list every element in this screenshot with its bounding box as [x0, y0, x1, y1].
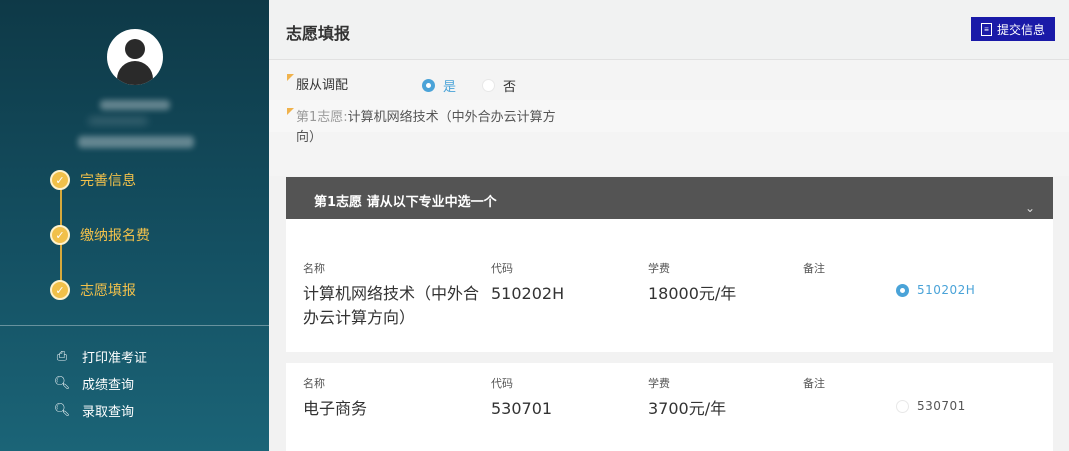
- first-choice-prefix: 第1志愿:: [296, 110, 348, 125]
- step-label: 完善信息: [80, 173, 136, 189]
- major-select-radio[interactable]: 510202H: [896, 283, 975, 297]
- first-choice-summary: 第1志愿:计算机网络技术（中外合办云计算方向）: [287, 108, 557, 148]
- submit-label: 提交信息: [996, 22, 1045, 37]
- obey-yes-option[interactable]: 是: [422, 76, 456, 95]
- option-label: 是: [443, 80, 457, 95]
- radio-selected-icon[interactable]: [896, 283, 909, 297]
- menu-item-admission-query[interactable]: 🔍︎ 录取查询: [54, 397, 147, 424]
- radio-selected-icon[interactable]: [422, 79, 435, 92]
- step-pay-fee[interactable]: ✓ 缴纳报名费: [50, 225, 150, 245]
- submit-info-button[interactable]: ≡ 提交信息: [971, 17, 1055, 41]
- major-row: 名称 计算机网络技术（中外合办云计算方向） 代码 510202H 学费 1800…: [286, 219, 1053, 352]
- major-selection-panel[interactable]: 第1志愿 请从以下专业中选一个 ⌄: [286, 177, 1053, 219]
- corner-marker-icon: [287, 108, 294, 115]
- corner-marker-icon: [287, 74, 294, 81]
- fee-cell: 学费 3700元/年: [648, 375, 726, 421]
- column-caption: 代码: [491, 377, 513, 390]
- menu-item-print-ticket[interactable]: ⎙ 打印准考证: [54, 343, 147, 370]
- document-icon: ≡: [980, 22, 992, 36]
- column-caption: 代码: [491, 262, 513, 275]
- code-cell: 代码 530701: [491, 375, 552, 421]
- sidebar-divider: [0, 325, 269, 326]
- menu-item-score-query[interactable]: 🔍︎ 成绩查询: [54, 370, 147, 397]
- column-caption: 名称: [303, 377, 325, 390]
- major-name: 计算机网络技术（中外合办云计算方向）: [303, 284, 480, 327]
- column-caption: 学费: [648, 377, 670, 390]
- sidebar-menu: ⎙ 打印准考证 🔍︎ 成绩查询 🔍︎ 录取查询: [54, 343, 147, 424]
- option-code: 530701: [917, 399, 966, 413]
- main-content: 志愿填报 ≡ 提交信息 服从调配 是 否 第1志愿:计算机网络技术（中外合办云计…: [269, 0, 1069, 451]
- option-label: 否: [503, 80, 517, 95]
- column-caption: 备注: [803, 262, 825, 275]
- code-cell: 代码 510202H: [491, 260, 564, 306]
- check-icon: ✓: [50, 225, 70, 245]
- search-icon: 🔍︎: [53, 376, 71, 391]
- step-label: 志愿填报: [80, 283, 136, 299]
- chevron-down-icon[interactable]: ⌄: [1025, 201, 1035, 215]
- column-caption: 名称: [303, 262, 325, 275]
- printer-icon: ⎙: [56, 349, 68, 364]
- obey-assignment-label: 服从调配: [296, 78, 349, 93]
- major-fee: 3700元/年: [648, 399, 727, 418]
- column-caption: 学费: [648, 262, 670, 275]
- menu-item-label: 打印准考证: [82, 351, 148, 366]
- note-cell: 备注: [803, 260, 825, 282]
- radio-unselected-icon[interactable]: [482, 79, 495, 92]
- note-cell: 备注: [803, 375, 825, 397]
- avatar-head-icon: [125, 39, 145, 59]
- major-code: 530701: [491, 399, 553, 418]
- search-icon: 🔍︎: [53, 403, 71, 418]
- fee-cell: 学费 18000元/年: [648, 260, 736, 306]
- sidebar: ✓ 完善信息 ✓ 缴纳报名费 ✓ 志愿填报 ⎙ 打印准考证 🔍︎ 成绩查询 🔍︎…: [0, 0, 269, 451]
- menu-item-label: 成绩查询: [82, 378, 135, 393]
- step-application[interactable]: ✓ 志愿填报: [50, 280, 136, 300]
- column-caption: 备注: [803, 377, 825, 390]
- header-bar: 志愿填报 ≡ 提交信息: [269, 0, 1069, 60]
- blurred-user-name: [100, 100, 170, 110]
- check-icon: ✓: [50, 280, 70, 300]
- step-label: 缴纳报名费: [80, 228, 150, 244]
- step-complete-info[interactable]: ✓ 完善信息: [50, 170, 136, 190]
- blurred-user-id: [78, 136, 194, 148]
- menu-item-label: 录取查询: [82, 405, 135, 420]
- page-title: 志愿填报: [286, 24, 351, 43]
- name-cell: 名称 电子商务: [303, 375, 493, 421]
- major-select-radio[interactable]: 530701: [896, 399, 966, 413]
- major-fee: 18000元/年: [648, 284, 737, 303]
- major-name: 电子商务: [303, 399, 368, 418]
- panel-title: 第1志愿 请从以下专业中选一个: [314, 195, 497, 210]
- name-cell: 名称 计算机网络技术（中外合办云计算方向）: [303, 260, 493, 330]
- option-code: 510202H: [917, 283, 976, 297]
- major-row: 名称 电子商务 代码 530701 学费 3700元/年 备注 530701: [286, 363, 1053, 451]
- check-icon: ✓: [50, 170, 70, 190]
- major-code: 510202H: [491, 284, 565, 303]
- avatar-body-icon: [117, 61, 153, 85]
- blurred-user-detail: [88, 117, 148, 125]
- avatar: [107, 29, 163, 85]
- obey-assignment-row: 服从调配: [287, 74, 348, 93]
- radio-unselected-icon[interactable]: [896, 399, 909, 413]
- obey-no-option[interactable]: 否: [482, 76, 516, 95]
